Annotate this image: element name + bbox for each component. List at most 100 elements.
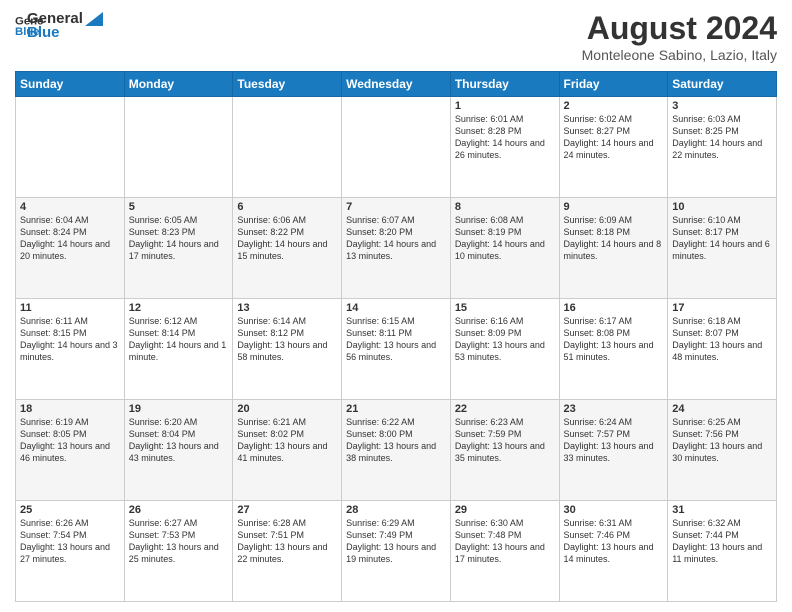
header-wednesday: Wednesday (342, 72, 451, 97)
page: General Blue General Blue August 2024 Mo… (0, 0, 792, 612)
day-info: Sunrise: 6:24 AMSunset: 7:57 PMDaylight:… (564, 416, 664, 465)
day-number: 1 (455, 100, 555, 112)
day-number: 15 (455, 302, 555, 314)
calendar-cell-w1-d6: 3Sunrise: 6:03 AMSunset: 8:25 PMDaylight… (668, 97, 777, 198)
calendar-cell-w4-d3: 21Sunrise: 6:22 AMSunset: 8:00 PMDayligh… (342, 400, 451, 501)
day-info: Sunrise: 6:28 AMSunset: 7:51 PMDaylight:… (237, 517, 337, 566)
calendar-cell-w1-d1 (124, 97, 233, 198)
day-number: 22 (455, 403, 555, 415)
day-number: 27 (237, 504, 337, 516)
day-number: 9 (564, 201, 664, 213)
calendar-cell-w1-d5: 2Sunrise: 6:02 AMSunset: 8:27 PMDaylight… (559, 97, 668, 198)
calendar-cell-w5-d0: 25Sunrise: 6:26 AMSunset: 7:54 PMDayligh… (16, 501, 125, 602)
day-number: 23 (564, 403, 664, 415)
day-info: Sunrise: 6:06 AMSunset: 8:22 PMDaylight:… (237, 214, 337, 263)
day-number: 3 (672, 100, 772, 112)
day-info: Sunrise: 6:14 AMSunset: 8:12 PMDaylight:… (237, 315, 337, 364)
calendar-cell-w3-d5: 16Sunrise: 6:17 AMSunset: 8:08 PMDayligh… (559, 299, 668, 400)
week-row-1: 1Sunrise: 6:01 AMSunset: 8:28 PMDaylight… (16, 97, 777, 198)
day-info: Sunrise: 6:05 AMSunset: 8:23 PMDaylight:… (129, 214, 229, 263)
day-info: Sunrise: 6:01 AMSunset: 8:28 PMDaylight:… (455, 113, 555, 162)
header-thursday: Thursday (450, 72, 559, 97)
day-number: 17 (672, 302, 772, 314)
day-info: Sunrise: 6:21 AMSunset: 8:02 PMDaylight:… (237, 416, 337, 465)
calendar-cell-w3-d6: 17Sunrise: 6:18 AMSunset: 8:07 PMDayligh… (668, 299, 777, 400)
calendar-cell-w4-d2: 20Sunrise: 6:21 AMSunset: 8:02 PMDayligh… (233, 400, 342, 501)
day-info: Sunrise: 6:22 AMSunset: 8:00 PMDaylight:… (346, 416, 446, 465)
day-number: 10 (672, 201, 772, 213)
day-info: Sunrise: 6:07 AMSunset: 8:20 PMDaylight:… (346, 214, 446, 263)
day-info: Sunrise: 6:17 AMSunset: 8:08 PMDaylight:… (564, 315, 664, 364)
day-number: 31 (672, 504, 772, 516)
calendar-cell-w4-d0: 18Sunrise: 6:19 AMSunset: 8:05 PMDayligh… (16, 400, 125, 501)
day-info: Sunrise: 6:18 AMSunset: 8:07 PMDaylight:… (672, 315, 772, 364)
day-number: 21 (346, 403, 446, 415)
calendar-cell-w2-d3: 7Sunrise: 6:07 AMSunset: 8:20 PMDaylight… (342, 198, 451, 299)
day-number: 13 (237, 302, 337, 314)
calendar-cell-w1-d4: 1Sunrise: 6:01 AMSunset: 8:28 PMDaylight… (450, 97, 559, 198)
calendar-cell-w3-d3: 14Sunrise: 6:15 AMSunset: 8:11 PMDayligh… (342, 299, 451, 400)
calendar-cell-w5-d1: 26Sunrise: 6:27 AMSunset: 7:53 PMDayligh… (124, 501, 233, 602)
day-number: 2 (564, 100, 664, 112)
header-saturday: Saturday (668, 72, 777, 97)
calendar-cell-w5-d3: 28Sunrise: 6:29 AMSunset: 7:49 PMDayligh… (342, 501, 451, 602)
header-monday: Monday (124, 72, 233, 97)
calendar-cell-w3-d2: 13Sunrise: 6:14 AMSunset: 8:12 PMDayligh… (233, 299, 342, 400)
day-number: 7 (346, 201, 446, 213)
header-friday: Friday (559, 72, 668, 97)
calendar-cell-w5-d6: 31Sunrise: 6:32 AMSunset: 7:44 PMDayligh… (668, 501, 777, 602)
day-number: 18 (20, 403, 120, 415)
calendar-cell-w2-d1: 5Sunrise: 6:05 AMSunset: 8:23 PMDaylight… (124, 198, 233, 299)
calendar-cell-w2-d5: 9Sunrise: 6:09 AMSunset: 8:18 PMDaylight… (559, 198, 668, 299)
calendar-cell-w5-d2: 27Sunrise: 6:28 AMSunset: 7:51 PMDayligh… (233, 501, 342, 602)
day-info: Sunrise: 6:12 AMSunset: 8:14 PMDaylight:… (129, 315, 229, 364)
weekday-header-row: Sunday Monday Tuesday Wednesday Thursday… (16, 72, 777, 97)
logo-blue: Blue (27, 24, 103, 41)
day-info: Sunrise: 6:29 AMSunset: 7:49 PMDaylight:… (346, 517, 446, 566)
day-number: 12 (129, 302, 229, 314)
calendar-cell-w3-d0: 11Sunrise: 6:11 AMSunset: 8:15 PMDayligh… (16, 299, 125, 400)
day-number: 11 (20, 302, 120, 314)
day-number: 5 (129, 201, 229, 213)
header: General Blue General Blue August 2024 Mo… (15, 10, 777, 63)
day-number: 16 (564, 302, 664, 314)
header-sunday: Sunday (16, 72, 125, 97)
day-info: Sunrise: 6:25 AMSunset: 7:56 PMDaylight:… (672, 416, 772, 465)
calendar-cell-w3-d4: 15Sunrise: 6:16 AMSunset: 8:09 PMDayligh… (450, 299, 559, 400)
calendar-table: Sunday Monday Tuesday Wednesday Thursday… (15, 71, 777, 602)
calendar-cell-w1-d2 (233, 97, 342, 198)
day-info: Sunrise: 6:27 AMSunset: 7:53 PMDaylight:… (129, 517, 229, 566)
day-number: 14 (346, 302, 446, 314)
calendar-cell-w2-d2: 6Sunrise: 6:06 AMSunset: 8:22 PMDaylight… (233, 198, 342, 299)
day-number: 29 (455, 504, 555, 516)
calendar-cell-w4-d6: 24Sunrise: 6:25 AMSunset: 7:56 PMDayligh… (668, 400, 777, 501)
week-row-3: 11Sunrise: 6:11 AMSunset: 8:15 PMDayligh… (16, 299, 777, 400)
day-info: Sunrise: 6:15 AMSunset: 8:11 PMDaylight:… (346, 315, 446, 364)
week-row-5: 25Sunrise: 6:26 AMSunset: 7:54 PMDayligh… (16, 501, 777, 602)
day-info: Sunrise: 6:02 AMSunset: 8:27 PMDaylight:… (564, 113, 664, 162)
day-number: 8 (455, 201, 555, 213)
day-number: 24 (672, 403, 772, 415)
calendar-cell-w4-d4: 22Sunrise: 6:23 AMSunset: 7:59 PMDayligh… (450, 400, 559, 501)
day-info: Sunrise: 6:16 AMSunset: 8:09 PMDaylight:… (455, 315, 555, 364)
day-info: Sunrise: 6:32 AMSunset: 7:44 PMDaylight:… (672, 517, 772, 566)
calendar-cell-w5-d4: 29Sunrise: 6:30 AMSunset: 7:48 PMDayligh… (450, 501, 559, 602)
calendar-cell-w1-d3 (342, 97, 451, 198)
day-number: 25 (20, 504, 120, 516)
day-info: Sunrise: 6:04 AMSunset: 8:24 PMDaylight:… (20, 214, 120, 263)
calendar-cell-w2-d6: 10Sunrise: 6:10 AMSunset: 8:17 PMDayligh… (668, 198, 777, 299)
day-info: Sunrise: 6:23 AMSunset: 7:59 PMDaylight:… (455, 416, 555, 465)
day-info: Sunrise: 6:10 AMSunset: 8:17 PMDaylight:… (672, 214, 772, 263)
day-number: 4 (20, 201, 120, 213)
calendar-cell-w4-d1: 19Sunrise: 6:20 AMSunset: 8:04 PMDayligh… (124, 400, 233, 501)
week-row-4: 18Sunrise: 6:19 AMSunset: 8:05 PMDayligh… (16, 400, 777, 501)
day-number: 19 (129, 403, 229, 415)
logo: General Blue General Blue (15, 10, 103, 41)
day-info: Sunrise: 6:09 AMSunset: 8:18 PMDaylight:… (564, 214, 664, 263)
day-info: Sunrise: 6:11 AMSunset: 8:15 PMDaylight:… (20, 315, 120, 364)
day-number: 20 (237, 403, 337, 415)
day-info: Sunrise: 6:20 AMSunset: 8:04 PMDaylight:… (129, 416, 229, 465)
calendar-cell-w4-d5: 23Sunrise: 6:24 AMSunset: 7:57 PMDayligh… (559, 400, 668, 501)
day-info: Sunrise: 6:19 AMSunset: 8:05 PMDaylight:… (20, 416, 120, 465)
day-info: Sunrise: 6:03 AMSunset: 8:25 PMDaylight:… (672, 113, 772, 162)
